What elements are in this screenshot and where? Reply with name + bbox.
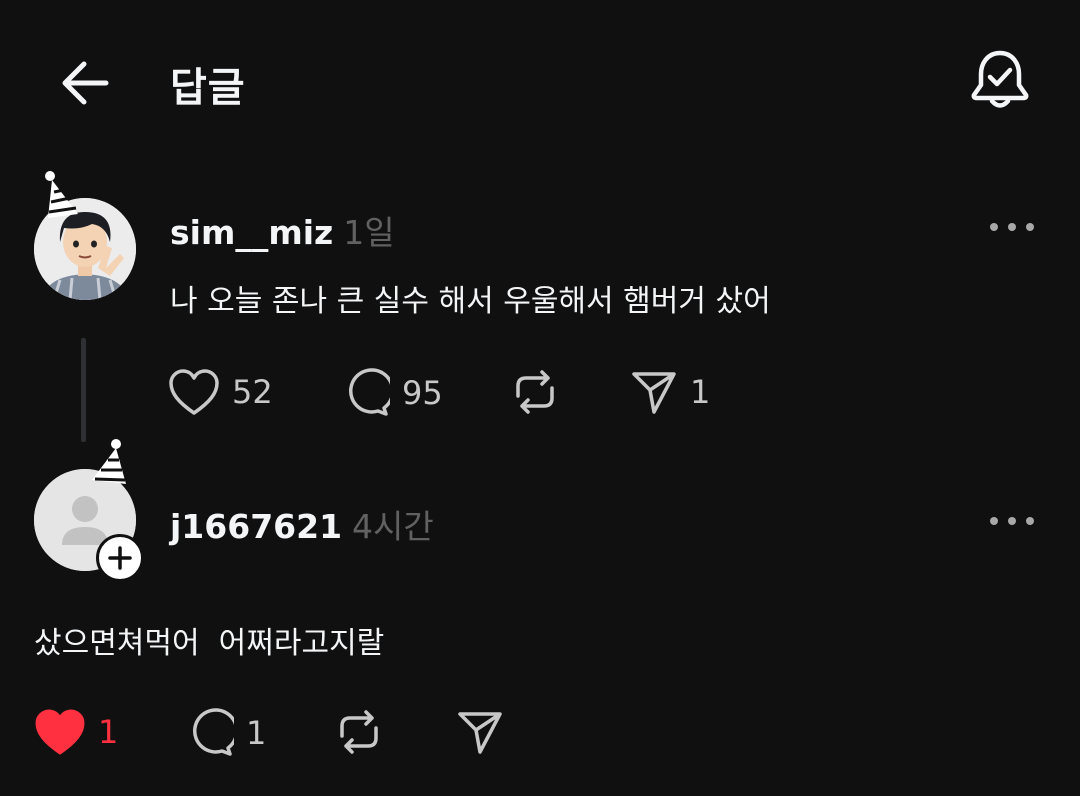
username[interactable]: sim__miz — [170, 213, 333, 252]
reply-button[interactable]: 1 — [184, 708, 266, 758]
page-title: 답글 — [170, 65, 246, 111]
arrow-left-icon — [62, 61, 109, 105]
more-options-button[interactable] — [988, 217, 1036, 237]
post-header: sim__miz 1일 — [170, 206, 395, 254]
post-header: j1667621 4시간 — [170, 500, 434, 548]
comment-icon — [349, 368, 390, 416]
bell-check-icon — [971, 50, 1029, 108]
send-icon — [458, 712, 502, 754]
more-dots-icon — [990, 517, 1034, 525]
more-dots-icon — [990, 223, 1034, 231]
share-button[interactable]: 1 — [630, 368, 710, 416]
share-button[interactable] — [456, 708, 504, 756]
share-count: 1 — [690, 373, 711, 411]
heart-icon — [169, 369, 219, 415]
back-button[interactable] — [58, 56, 112, 110]
like-count: 1 — [98, 713, 119, 751]
repost-icon — [516, 370, 554, 414]
comment-icon — [193, 708, 234, 756]
post-text: 샀으면쳐먹어 어쩌라고지랄 — [34, 626, 385, 661]
thread-line — [81, 338, 86, 442]
send-icon — [632, 372, 676, 414]
more-options-button[interactable] — [988, 511, 1036, 531]
reply-count: 1 — [246, 714, 267, 752]
follow-button[interactable] — [96, 534, 144, 582]
repost-button[interactable] — [510, 368, 560, 416]
notification-button[interactable] — [968, 48, 1032, 114]
timestamp: 4시간 — [352, 507, 434, 546]
plus-icon — [108, 546, 132, 570]
party-hat-icon — [40, 170, 86, 222]
party-hat-icon — [86, 438, 132, 490]
repost-icon — [340, 710, 378, 754]
like-count: 52 — [232, 373, 273, 411]
timestamp: 1일 — [343, 213, 395, 252]
post-text: 나 오늘 존나 큰 실수 해서 우울해서 햄버거 샀어 — [170, 284, 771, 319]
like-button[interactable]: 1 — [34, 708, 118, 756]
reply-count: 95 — [402, 374, 443, 412]
like-button[interactable]: 52 — [168, 368, 273, 416]
username[interactable]: j1667621 — [170, 507, 342, 546]
heart-filled-icon — [35, 709, 85, 755]
repost-button[interactable] — [334, 708, 384, 756]
reply-thread-screen: 답글 sim__miz 1일 나 오늘 존나 큰 실수 해서 우울해서 햄버거 … — [0, 0, 1080, 796]
reply-button[interactable]: 95 — [340, 368, 443, 418]
